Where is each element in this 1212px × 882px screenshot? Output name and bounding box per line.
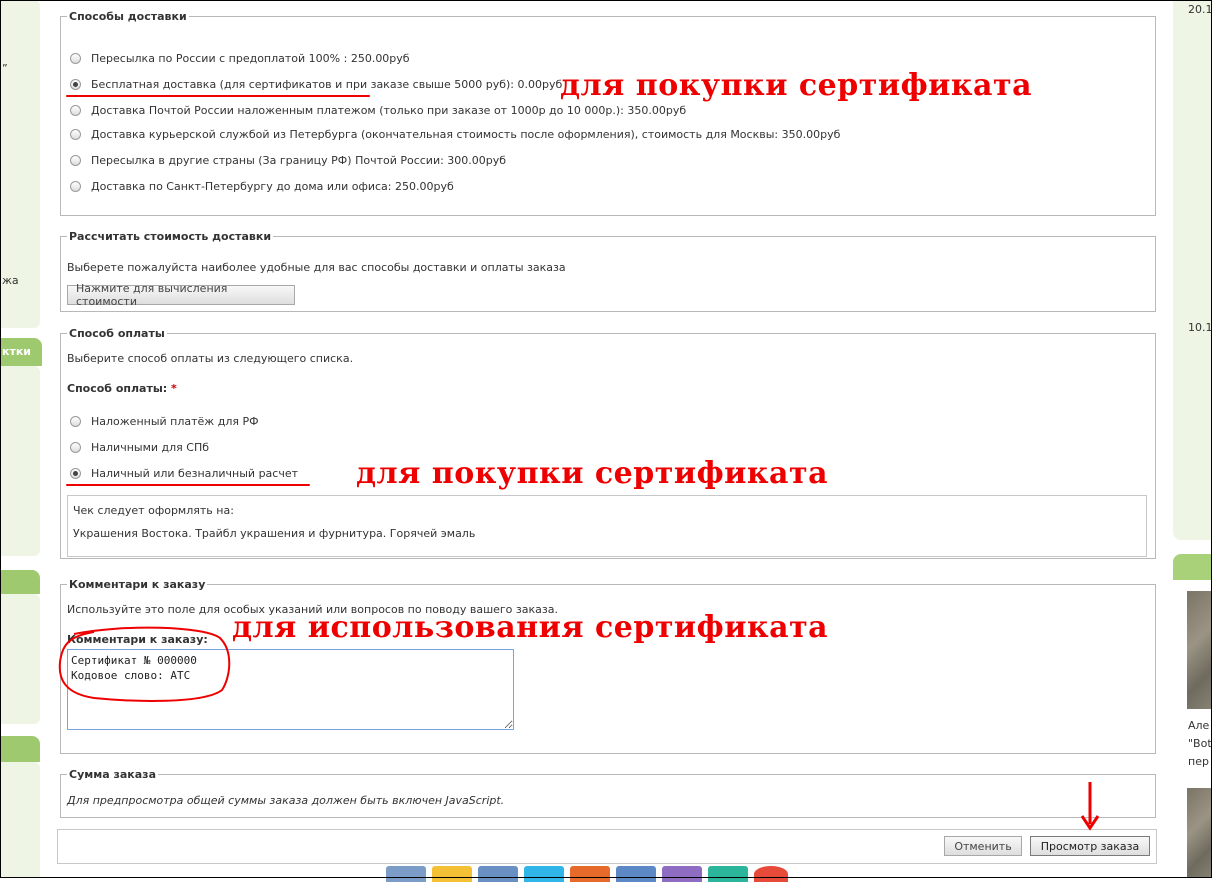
section-title: Способы доставки (69, 10, 187, 23)
social-share-icon[interactable] (754, 866, 788, 882)
annotation-arrow (1080, 782, 1100, 831)
required-mark: * (171, 382, 177, 395)
social-share-icon[interactable] (570, 866, 610, 882)
delivery-option[interactable]: Доставка по Санкт-Петербургу до дома или… (70, 180, 454, 193)
radio-button[interactable] (70, 468, 81, 479)
social-share-icon[interactable] (708, 866, 748, 882)
annotation-underline (66, 95, 370, 97)
social-share-icon[interactable] (524, 866, 564, 882)
calculate-cost-button[interactable]: Нажмите для вычисления стоимости (67, 282, 295, 308)
option-label[interactable]: Доставка Почтой России наложенным платеж… (91, 104, 686, 117)
news-date: 10.1 (1188, 321, 1212, 334)
right-sidebar: 20.1 10.1 Але "Bot пер (1170, 0, 1212, 878)
option-label[interactable]: Наличными для СПб (91, 441, 209, 454)
product-thumbnail[interactable] (1187, 788, 1212, 878)
option-label[interactable]: Наложенный платёж для РФ (91, 415, 259, 428)
section-title: Сумма заказа (69, 768, 156, 781)
left-sidebar-header (0, 736, 40, 762)
delivery-option[interactable]: Пересылка в другие страны (За границу РФ… (70, 154, 506, 167)
option-label[interactable]: Доставка по Санкт-Петербургу до дома или… (91, 180, 454, 193)
delivery-option[interactable]: Пересылка по России с предоплатой 100% :… (70, 52, 410, 65)
annotation-text: для покупки сертификата (560, 68, 1033, 103)
delivery-option[interactable]: Бесплатная доставка (для сертификатов и … (70, 78, 562, 91)
social-share-icon[interactable] (478, 866, 518, 882)
social-share-icon[interactable] (616, 866, 656, 882)
social-share-icon[interactable] (386, 866, 426, 882)
section-title: Рассчитать стоимость доставки (69, 230, 272, 243)
social-share-icon[interactable] (432, 866, 472, 882)
javascript-notice: Для предпросмотра общей суммы заказа дол… (67, 794, 505, 807)
left-sidebar: ” жа ктки (0, 0, 42, 878)
field-label: Способ оплаты: * (67, 382, 177, 395)
delivery-option[interactable]: Доставка курьерской службой из Петербург… (70, 128, 840, 141)
radio-button[interactable] (70, 181, 81, 192)
left-sidebar-panel (0, 366, 40, 556)
cancel-button[interactable]: Отменить (944, 836, 1022, 856)
order-sum-section: Сумма заказа (60, 768, 1156, 818)
section-title: Комментари к заказу (69, 578, 206, 591)
product-thumbnail[interactable] (1187, 591, 1212, 709)
payment-info-title: Чек следует оформлять на: (73, 504, 234, 517)
right-sidebar-header (1173, 554, 1212, 580)
radio-button[interactable] (70, 105, 81, 116)
radio-button[interactable] (70, 155, 81, 166)
radio-button[interactable] (70, 79, 81, 90)
preview-order-button[interactable]: Просмотр заказа (1030, 836, 1150, 856)
news-date: 20.1 (1188, 3, 1212, 16)
product-caption[interactable]: "Bot (1188, 737, 1212, 750)
left-sidebar-panel (0, 594, 40, 724)
section-description: Выберете пожалуйста наиболее удобные для… (67, 261, 566, 274)
annotation-text: для использования сертификата (232, 610, 829, 645)
product-caption[interactable]: Але (1188, 719, 1209, 732)
option-label[interactable]: Наличный или безналичный расчет (91, 467, 298, 480)
left-sidebar-panel (0, 762, 40, 878)
radio-button[interactable] (70, 129, 81, 140)
annotation-underline (66, 484, 310, 486)
section-title: Способ оплаты (69, 327, 165, 340)
payment-option[interactable]: Наличными для СПб (70, 441, 209, 454)
field-label-text: Способ оплаты: (67, 382, 168, 395)
left-sidebar-header (0, 570, 40, 594)
left-sidebar-header: ктки (0, 338, 42, 366)
radio-button[interactable] (70, 442, 81, 453)
option-label[interactable]: Бесплатная доставка (для сертификатов и … (91, 78, 562, 91)
delivery-option[interactable]: Доставка Почтой России наложенным платеж… (70, 104, 686, 117)
option-label[interactable]: Пересылка по России с предоплатой 100% :… (91, 52, 410, 65)
annotation-circle (58, 626, 231, 702)
option-label[interactable]: Доставка курьерской службой из Петербург… (91, 128, 840, 141)
payment-option[interactable]: Наличный или безналичный расчет (70, 467, 298, 480)
payment-option[interactable]: Наложенный платёж для РФ (70, 415, 259, 428)
social-share-icon[interactable] (662, 866, 702, 882)
payment-info-text: Украшения Востока. Трайбл украшения и фу… (73, 527, 476, 540)
radio-button[interactable] (70, 416, 81, 427)
checkout-form: Способы доставки Пересылка по России с п… (42, 0, 1170, 882)
radio-button[interactable] (70, 53, 81, 64)
annotation-text: для покупки сертификата (356, 456, 829, 491)
option-label[interactable]: Пересылка в другие страны (За границу РФ… (91, 154, 506, 167)
left-sidebar-fragment: ” (2, 62, 8, 75)
section-description: Выберите способ оплаты из следующего спи… (67, 352, 354, 365)
left-sidebar-fragment[interactable]: жа (2, 274, 19, 287)
product-caption[interactable]: пер (1188, 755, 1209, 768)
right-sidebar-panel (1173, 0, 1212, 540)
